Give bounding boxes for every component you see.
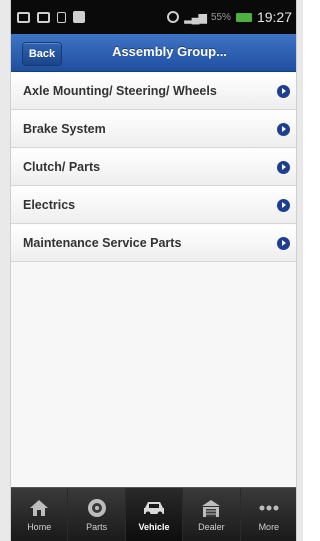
tab-label: Home bbox=[27, 522, 52, 532]
list-item-label: Axle Mounting/ Steering/ Wheels bbox=[23, 84, 217, 98]
list-item[interactable]: Electrics bbox=[11, 186, 296, 224]
assembly-group-list: Axle Mounting/ Steering/ Wheels Brake Sy… bbox=[11, 72, 296, 262]
tab-label: Dealer bbox=[198, 522, 225, 532]
parts-icon bbox=[85, 497, 109, 519]
tab-parts[interactable]: Parts bbox=[68, 488, 126, 541]
phone-screen: ▂▄▆ 55% 19:27 Back Assembly Group... Axl… bbox=[10, 0, 297, 541]
page-title: Assembly Group... bbox=[112, 44, 227, 59]
more-icon bbox=[257, 497, 281, 519]
tab-dealer[interactable]: Dealer bbox=[183, 488, 241, 541]
chevron-right-icon bbox=[277, 198, 290, 212]
tab-label: Vehicle bbox=[138, 522, 170, 532]
chevron-right-icon bbox=[277, 122, 290, 136]
list-item-label: Electrics bbox=[23, 198, 76, 212]
back-button[interactable]: Back bbox=[22, 42, 62, 66]
status-bar: ▂▄▆ 55% 19:27 bbox=[11, 0, 296, 34]
message-icon bbox=[37, 11, 50, 23]
battery-icon bbox=[235, 12, 252, 22]
signal-icon: ▂▄▆ bbox=[184, 11, 207, 24]
bottom-tab-bar: Home Parts Vehicle Dealer More bbox=[11, 487, 296, 541]
list-item-label: Brake System bbox=[23, 122, 106, 136]
image-icon bbox=[17, 11, 30, 23]
list-item[interactable]: Brake System bbox=[11, 110, 296, 148]
dealer-icon bbox=[199, 497, 223, 519]
tab-more[interactable]: More bbox=[241, 488, 296, 541]
tab-label: Parts bbox=[86, 522, 108, 532]
sim-icon bbox=[57, 11, 66, 23]
list-item[interactable]: Maintenance Service Parts bbox=[11, 224, 296, 262]
tab-vehicle[interactable]: Vehicle bbox=[125, 488, 184, 541]
chevron-right-icon bbox=[277, 236, 290, 250]
list-item[interactable]: Axle Mounting/ Steering/ Wheels bbox=[11, 72, 296, 110]
chevron-right-icon bbox=[277, 84, 290, 98]
alarm-icon bbox=[167, 11, 180, 23]
tab-home[interactable]: Home bbox=[11, 488, 69, 541]
device-frame: ▂▄▆ 55% 19:27 Back Assembly Group... Axl… bbox=[0, 0, 303, 541]
clock: 19:27 bbox=[256, 9, 292, 25]
list-item-label: Clutch/ Parts bbox=[23, 160, 101, 174]
notification-icons bbox=[17, 11, 85, 23]
battery-percent: 55% bbox=[210, 11, 231, 23]
tab-label: More bbox=[258, 522, 280, 532]
list-item-label: Maintenance Service Parts bbox=[23, 236, 182, 250]
chevron-right-icon bbox=[277, 160, 290, 174]
home-icon bbox=[27, 497, 51, 519]
app-header: Back Assembly Group... bbox=[11, 34, 296, 72]
system-icons: ▂▄▆ 55% 19:27 bbox=[167, 9, 292, 25]
shopping-bag-icon bbox=[73, 11, 85, 23]
list-item[interactable]: Clutch/ Parts bbox=[11, 148, 296, 186]
car-icon bbox=[142, 497, 166, 519]
